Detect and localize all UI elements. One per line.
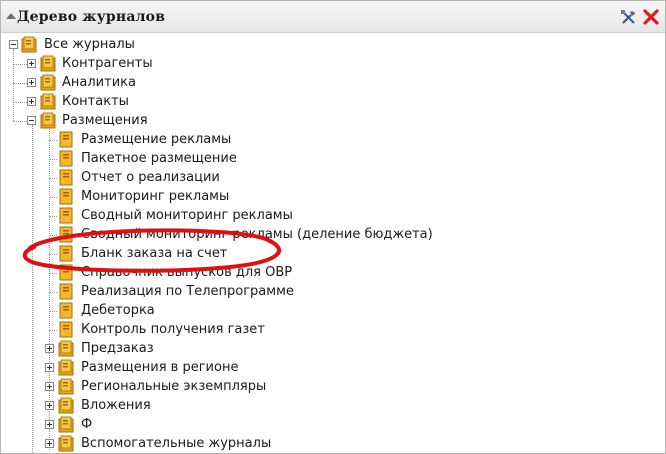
tree-subgroup-label: Вложения [81, 398, 151, 413]
journal-group-icon [40, 55, 56, 72]
tree-subgroup[interactable]: Региональные экземпляры [1, 377, 601, 396]
journal-item-label: Реализация по Телепрограмме [81, 284, 294, 299]
tree-item-label: Контрагенты [62, 56, 153, 71]
collapse-toggle[interactable] [27, 116, 36, 125]
tree-item-analytics[interactable]: Аналитика [1, 73, 401, 92]
journal-icon [59, 131, 73, 148]
journal-item-order-form[interactable]: Бланк заказа на счет [1, 244, 601, 263]
tree-item-contacts[interactable]: Контакты [1, 92, 401, 111]
journal-item[interactable]: Пакетное размещение [1, 149, 601, 168]
tree-item-label: Аналитика [62, 75, 136, 90]
tree-root-label: Все журналы [44, 37, 135, 52]
tree-line [49, 140, 57, 141]
tree-line [49, 292, 57, 293]
tools-icon[interactable] [620, 9, 638, 25]
tree-subgroup-label: Региональные экземпляры [81, 379, 267, 394]
journal-item-label: Справочник выпусков для ОВР [81, 265, 293, 280]
expand-toggle[interactable] [27, 97, 36, 106]
journal-icon [59, 226, 73, 243]
expand-toggle[interactable] [45, 420, 54, 429]
panel-title: Дерево журналов [17, 9, 166, 25]
journal-item[interactable]: Дебеторка [1, 301, 601, 320]
journal-item-label: Пакетное размещение [81, 151, 237, 166]
tree-line [13, 102, 27, 103]
journal-item-label: Сводный мониторинг рекламы (деление бюдж… [81, 227, 433, 242]
journal-item-label: Отчет о реализации [81, 170, 220, 185]
collapse-icon[interactable] [6, 13, 16, 19]
tree-line [49, 254, 57, 255]
journal-item[interactable]: Размещение рекламы [1, 130, 601, 149]
tree-line [49, 178, 57, 179]
tree-item-label: Контакты [62, 94, 129, 109]
journal-item-label: Контроль получения газет [81, 322, 265, 337]
journal-icon [59, 207, 73, 224]
journal-group-icon [58, 397, 74, 414]
journal-group-icon [58, 435, 74, 452]
tree-line [49, 197, 57, 198]
tree-subgroup[interactable]: Ф [1, 415, 601, 434]
expand-toggle[interactable] [27, 78, 36, 87]
journal-group-icon [40, 74, 56, 91]
journal-group-icon [58, 340, 74, 357]
journal-item[interactable]: Отчет о реализации [1, 168, 601, 187]
panel-header: Дерево журналов [1, 1, 665, 33]
journal-item-label: Размещение рекламы [81, 132, 232, 147]
tree-line [49, 235, 57, 236]
expand-toggle[interactable] [27, 59, 36, 68]
journal-icon [59, 150, 73, 167]
journal-icon [59, 321, 73, 338]
journal-icon [59, 302, 73, 319]
journal-icon [59, 169, 73, 186]
journal-item-label: Бланк заказа на счет [81, 246, 228, 261]
tree-line [13, 121, 27, 122]
journal-icon [59, 264, 73, 281]
journal-icon [59, 283, 73, 300]
expand-toggle[interactable] [45, 439, 54, 448]
tree-subgroup-label: Ф [81, 417, 93, 432]
expand-toggle[interactable] [45, 344, 54, 353]
journal-item[interactable]: Контроль получения газет [1, 320, 601, 339]
journal-icon [59, 188, 73, 205]
collapse-toggle[interactable] [9, 40, 18, 49]
journal-tree-panel: Дерево журналов Все журналы Контрагенты … [0, 0, 666, 454]
journal-group-icon [58, 378, 74, 395]
journal-item[interactable]: Сводный мониторинг рекламы [1, 206, 601, 225]
tree-line [49, 330, 57, 331]
tree-root[interactable]: Все журналы [1, 35, 401, 54]
expand-toggle[interactable] [45, 363, 54, 372]
close-icon[interactable] [642, 9, 660, 25]
journal-item[interactable]: Мониторинг рекламы [1, 187, 601, 206]
expand-toggle[interactable] [45, 382, 54, 391]
tree-item-contragents[interactable]: Контрагенты [1, 54, 401, 73]
journal-item-label: Дебеторка [81, 303, 155, 318]
journal-item[interactable]: Реализация по Телепрограмме [1, 282, 601, 301]
tree-line [49, 159, 57, 160]
tree-line [49, 273, 57, 274]
tree-subgroup-label: Предзаказ [81, 341, 154, 356]
journal-group-open-icon [21, 36, 37, 53]
tree-line [13, 83, 27, 84]
journal-item-label: Сводный мониторинг рекламы [81, 208, 293, 223]
tree-subgroup-label: Размещения в регионе [81, 360, 239, 375]
tree-item-placements[interactable]: Размещения [1, 111, 401, 130]
tree-item-label: Размещения [62, 113, 148, 128]
journal-group-open-icon [40, 112, 56, 129]
tree-subgroup[interactable]: Предзаказ [1, 339, 601, 358]
tree-subgroup[interactable]: Вложения [1, 396, 601, 415]
tree-subgroup-label: Вспомогательные журналы [81, 436, 272, 451]
tree-subgroup[interactable]: Размещения в регионе [1, 358, 601, 377]
journal-group-icon [58, 359, 74, 376]
tree-line [49, 216, 57, 217]
journal-group-icon [58, 416, 74, 433]
tree-line [13, 64, 27, 65]
journal-item[interactable]: Справочник выпусков для ОВР [1, 263, 601, 282]
journal-item-label: Мониторинг рекламы [81, 189, 230, 204]
journal-item[interactable]: Сводный мониторинг рекламы (деление бюдж… [1, 225, 601, 244]
journal-icon [59, 245, 73, 262]
expand-toggle[interactable] [45, 401, 54, 410]
journal-group-icon [40, 93, 56, 110]
tree-line [49, 311, 57, 312]
